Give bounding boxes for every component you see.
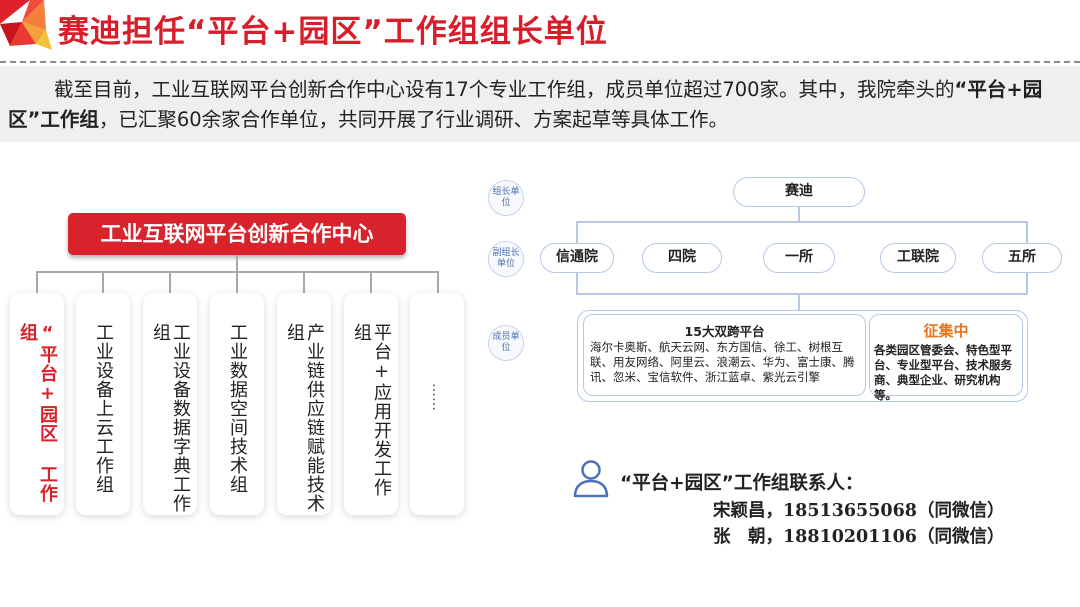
working-group-card: 工业设备数据字典工作组 (143, 293, 197, 515)
working-group-card: “平台+园区 工作组 (10, 293, 64, 515)
recruiting-box: 征集中 各类园区管委会、特色型平台、专业型平台、技术服务商、典型企业、研究机构等… (869, 314, 1023, 402)
connector (1026, 221, 1028, 243)
working-group-label: 产业链供应链赋能技术组 (284, 323, 325, 513)
working-group-card: …… (410, 293, 464, 515)
intro-text-2: ，已汇聚60余家合作单位，共同开展了行业调研、方案起草等具体工作。 (98, 108, 729, 131)
intro-text-1: 截至目前，工业互联网平台创新合作中心设有17个专业工作组，成员单位超过700家。… (54, 78, 955, 101)
connector (576, 221, 1027, 223)
connector (798, 293, 800, 311)
working-group-card: 产业链供应链赋能技术组 (277, 293, 331, 515)
platforms-title: 15大双跨平台 (684, 324, 765, 339)
tree-stem (236, 255, 238, 272)
deputy-node: 四院 (642, 243, 722, 273)
deputy-node: 五所 (982, 243, 1062, 273)
intro-banner: 截至目前，工业互联网平台创新合作中心设有17个专业工作组，成员单位超过700家。… (0, 66, 1080, 142)
working-group-label: 工业设备数据字典工作组 (150, 323, 191, 513)
more-ellipsis: …… (429, 383, 445, 411)
deputy-node: 工联院 (880, 243, 956, 273)
connector (576, 293, 1027, 295)
tier-deputy: 副组长单位 (488, 241, 524, 277)
leader-node: 赛迪 (733, 177, 865, 207)
connector (798, 207, 800, 222)
title-divider (0, 61, 1080, 63)
tier-leader: 组长单位 (488, 180, 524, 216)
contacts-title: “平台+园区”工作组联系人： (620, 473, 864, 494)
tree-branch (36, 271, 38, 293)
connector (1026, 272, 1028, 294)
contact-person: 张 朝，18810201106（同微信） (713, 527, 1005, 547)
tree-branch (102, 271, 104, 293)
working-group-label: 工业设备上云工作组 (93, 323, 114, 494)
working-group-label: “平台+园区 工作组 (17, 323, 58, 503)
platforms-list: 海尔卡奥斯、航天云网、东方国信、徐工、树根互联、用友网络、阿里云、浪潮云、华为、… (590, 340, 855, 384)
tree-branch (236, 271, 238, 293)
contact-person: 宋颖昌，18513655068（同微信） (713, 501, 1005, 521)
recruiting-title: 征集中 (923, 322, 969, 340)
working-group-card: 工业设备上云工作组 (76, 293, 130, 515)
working-group-card: 工业数据空间技术组 (210, 293, 264, 515)
page-title: 赛迪担任“平台+园区”工作组组长单位 (58, 14, 608, 50)
tree-branch (303, 271, 305, 293)
platforms-box: 15大双跨平台 海尔卡奥斯、航天云网、东方国信、徐工、树根互联、用友网络、阿里云… (583, 314, 866, 396)
tree-branch (437, 271, 439, 293)
working-group-label: 工业数据空间技术组 (227, 323, 248, 494)
connector (576, 272, 578, 294)
deputy-node: 一所 (763, 243, 835, 273)
logo-icon (0, 0, 52, 50)
recruiting-text: 各类园区管委会、特色型平台、专业型平台、技术服务商、典型企业、研究机构等。 (874, 343, 1012, 402)
center-node: 工业互联网平台创新合作中心 (68, 213, 406, 255)
tree-branch (370, 271, 372, 293)
deputy-node: 信通院 (540, 243, 614, 273)
tier-member: 成员单位 (488, 325, 524, 361)
tree-branch (169, 271, 171, 293)
person-icon (573, 460, 609, 498)
working-group-card: 平台+应用开发工作组 (344, 293, 398, 515)
intro-paragraph: 截至目前，工业互联网平台创新合作中心设有17个专业工作组，成员单位超过700家。… (8, 75, 1074, 135)
connector (576, 221, 578, 243)
working-group-label: 平台+应用开发工作组 (351, 323, 392, 497)
